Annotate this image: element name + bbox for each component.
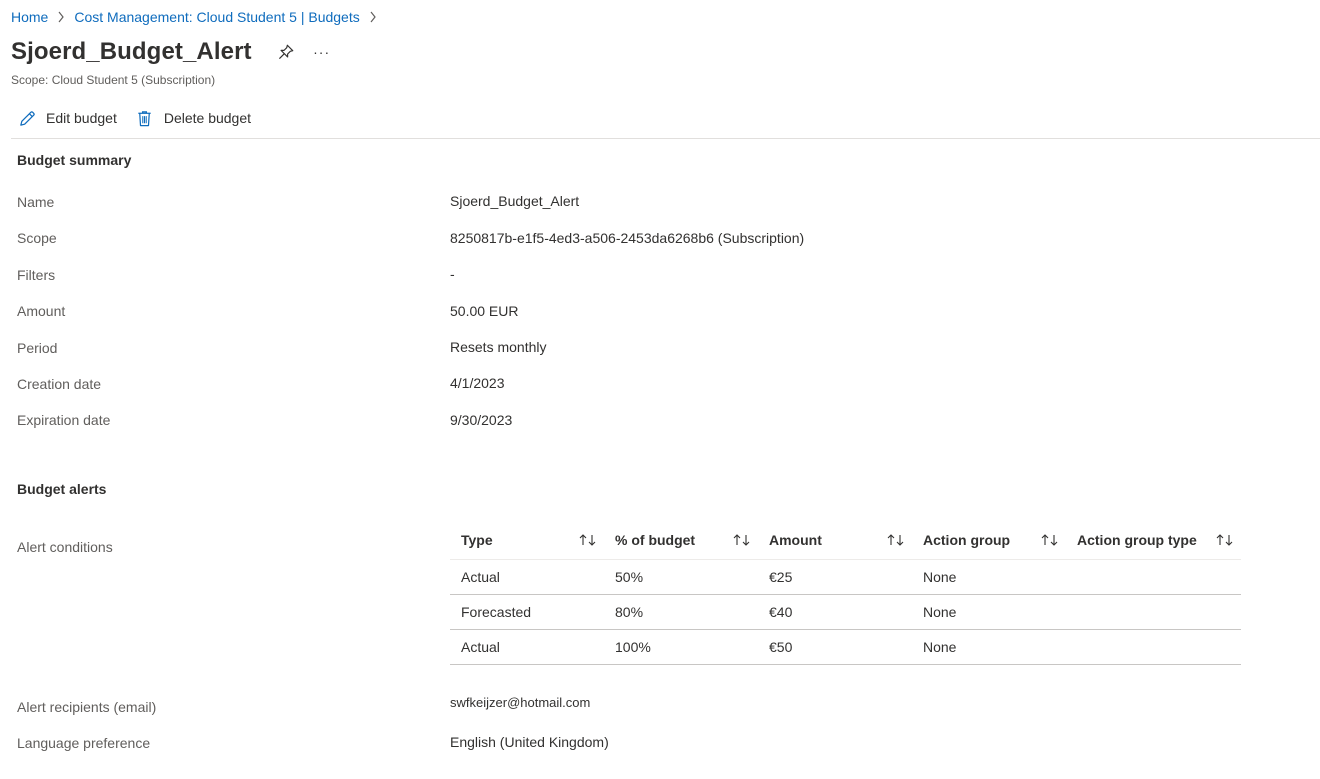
- pencil-icon: [17, 108, 37, 128]
- budget-summary-heading: Budget summary: [17, 152, 132, 168]
- edit-budget-label: Edit budget: [46, 110, 117, 126]
- more-options-button[interactable]: ···: [312, 42, 332, 62]
- delete-budget-label: Delete budget: [163, 110, 252, 126]
- chevron-right-icon: [369, 11, 377, 23]
- edit-budget-button[interactable]: Edit budget: [11, 106, 123, 130]
- alert-recipients-value: swfkeijzer@hotmail.com: [450, 695, 591, 710]
- cell-action-group-type: [1066, 559, 1241, 595]
- cell-percent: 50%: [604, 559, 758, 595]
- cell-action-group-type: [1066, 629, 1241, 665]
- table-header-row: Type % of budget Amount Action group Act…: [450, 521, 1241, 560]
- summary-value-filters: -: [450, 266, 455, 282]
- column-header-action-group[interactable]: Action group: [912, 521, 1066, 560]
- summary-value-creation-date: 4/1/2023: [450, 375, 505, 391]
- alert-recipients-label: Alert recipients (email): [17, 699, 157, 715]
- alert-conditions-label: Alert conditions: [17, 539, 113, 555]
- sort-icon[interactable]: [1215, 533, 1235, 547]
- summary-label-period: Period: [17, 340, 58, 356]
- column-header-label: Action group type: [1077, 531, 1197, 548]
- cell-action-group-type: [1066, 594, 1241, 630]
- summary-value-scope: 8250817b-e1f5-4ed3-a506-2453da6268b6 (Su…: [450, 230, 805, 246]
- title-row: Sjoerd_Budget_Alert ···: [11, 38, 332, 66]
- column-header-action-group-type[interactable]: Action group type: [1066, 521, 1241, 560]
- cell-amount: €50: [758, 629, 912, 665]
- cell-action-group: None: [912, 629, 1066, 665]
- breadcrumb-home-link[interactable]: Home: [11, 9, 48, 25]
- chevron-right-icon: [57, 11, 65, 23]
- cell-type: Actual: [450, 629, 604, 665]
- cell-action-group: None: [912, 594, 1066, 630]
- summary-label-creation-date: Creation date: [17, 376, 102, 392]
- summary-value-name: Sjoerd_Budget_Alert: [450, 193, 580, 209]
- column-header-label: Type: [461, 531, 493, 548]
- summary-value-period: Resets monthly: [450, 339, 547, 355]
- summary-value-amount: 50.00 EUR: [450, 303, 519, 319]
- cell-amount: €25: [758, 559, 912, 595]
- column-header-label: % of budget: [615, 531, 696, 548]
- pin-icon[interactable]: [276, 42, 296, 62]
- toolbar: Edit budget Delete budget: [11, 106, 257, 130]
- cell-type: Forecasted: [450, 594, 604, 630]
- cell-action-group: None: [912, 559, 1066, 595]
- column-header-amount[interactable]: Amount: [758, 521, 912, 560]
- summary-label-expiration-date: Expiration date: [17, 412, 111, 428]
- summary-value-expiration-date: 9/30/2023: [450, 412, 513, 428]
- breadcrumb: Home Cost Management: Cloud Student 5 | …: [11, 9, 386, 25]
- summary-label-filters: Filters: [17, 267, 56, 283]
- cell-percent: 80%: [604, 594, 758, 630]
- breadcrumb-budgets-link[interactable]: Cost Management: Cloud Student 5 | Budge…: [74, 9, 359, 25]
- summary-label-amount: Amount: [17, 303, 66, 319]
- toolbar-divider: [11, 138, 1320, 139]
- sort-icon[interactable]: [732, 533, 752, 547]
- trash-icon: [135, 108, 155, 128]
- summary-label-name: Name: [17, 194, 55, 210]
- sort-icon[interactable]: [578, 533, 598, 547]
- table-row: Actual 50% €25 None: [450, 559, 1241, 595]
- column-header-label: Action group: [923, 531, 1011, 548]
- sort-icon[interactable]: [886, 533, 906, 547]
- table-row: Forecasted 80% €40 None: [450, 594, 1241, 630]
- delete-budget-button[interactable]: Delete budget: [129, 106, 257, 130]
- budget-alerts-heading: Budget alerts: [17, 481, 107, 497]
- column-header-type[interactable]: Type: [450, 521, 604, 560]
- summary-label-scope: Scope: [17, 230, 57, 246]
- scope-subtitle: Scope: Cloud Student 5 (Subscription): [11, 73, 216, 87]
- table-row: Actual 100% €50 None: [450, 629, 1241, 665]
- language-preference-label: Language preference: [17, 735, 151, 751]
- language-preference-value: English (United Kingdom): [450, 734, 609, 750]
- sort-icon[interactable]: [1040, 533, 1060, 547]
- alert-conditions-table: Type % of budget Amount Action group Act…: [450, 521, 1241, 665]
- cell-type: Actual: [450, 559, 604, 595]
- page-title: Sjoerd_Budget_Alert: [11, 38, 252, 65]
- cell-amount: €40: [758, 594, 912, 630]
- column-header-percent-of-budget[interactable]: % of budget: [604, 521, 758, 560]
- cell-percent: 100%: [604, 629, 758, 665]
- column-header-label: Amount: [769, 531, 822, 548]
